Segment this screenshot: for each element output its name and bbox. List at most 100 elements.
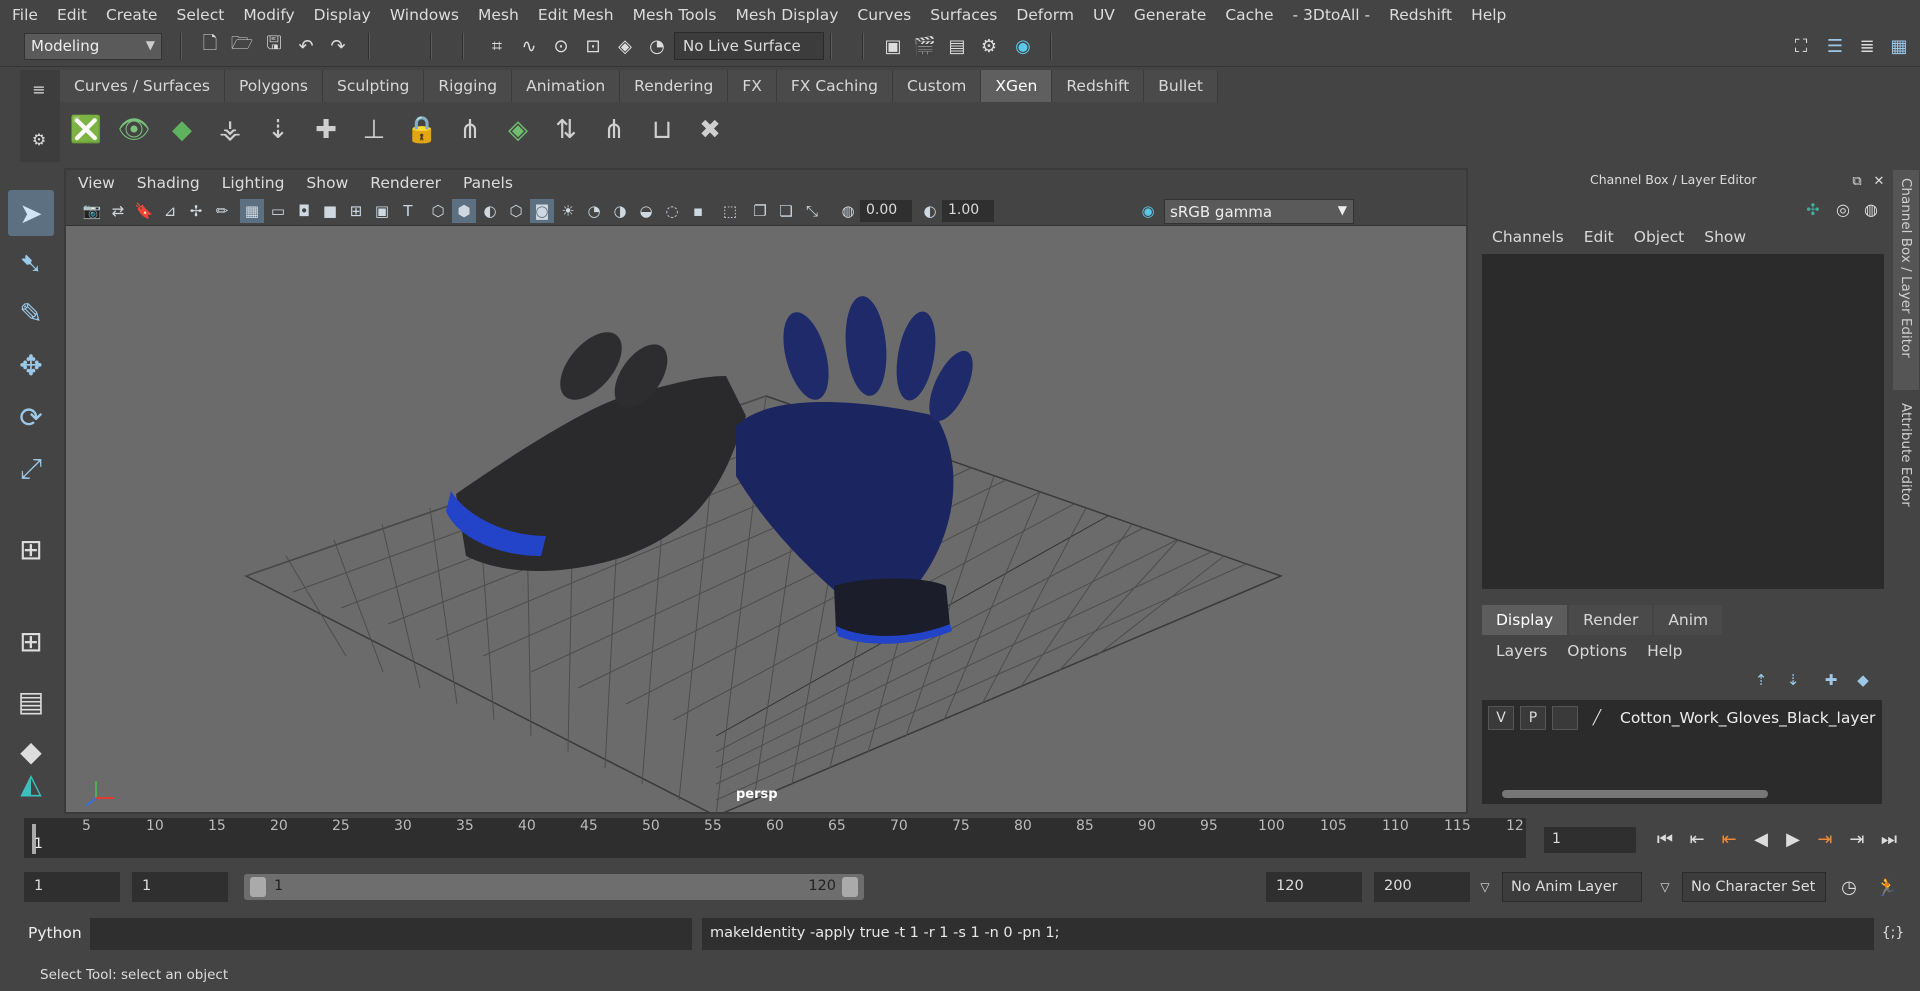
- close-icon[interactable]: ✕: [1866, 168, 1892, 194]
- layer-menu-options[interactable]: Options: [1567, 642, 1627, 660]
- menu-generate[interactable]: Generate: [1134, 6, 1206, 24]
- tab-custom[interactable]: Custom: [892, 70, 982, 102]
- new-layer-icon[interactable]: ✚: [1818, 667, 1844, 693]
- vp-menu-view[interactable]: View: [78, 174, 115, 192]
- bookmark-icon[interactable]: 🔖: [132, 199, 156, 223]
- grooming-surface-icon[interactable]: ◈: [498, 108, 538, 152]
- menu-mesh-display[interactable]: Mesh Display: [736, 6, 839, 24]
- groom-cut-icon[interactable]: ⊔: [642, 108, 682, 152]
- layer-display-type-toggle[interactable]: [1552, 706, 1578, 730]
- layer-name[interactable]: Cotton_Work_Gloves_Black_layer: [1620, 709, 1875, 727]
- use-all-lights-icon[interactable]: ☀: [556, 199, 580, 223]
- xray-icon[interactable]: ◑: [608, 199, 632, 223]
- hud-icon[interactable]: ❏: [774, 199, 798, 223]
- step-forward-key-icon[interactable]: ⇥: [1812, 826, 1838, 852]
- color-management-icon[interactable]: ◉: [1136, 199, 1160, 223]
- auto-key-icon[interactable]: ◷: [1836, 874, 1862, 900]
- new-layer-selected-icon[interactable]: ◆: [1850, 667, 1876, 693]
- wireframe-icon[interactable]: ⬡: [426, 199, 450, 223]
- vp-menu-panels[interactable]: Panels: [463, 174, 513, 192]
- menu-set-dropdown[interactable]: Modeling ▼: [24, 33, 162, 60]
- layer-scrollbar[interactable]: [1482, 786, 1882, 802]
- tab-fx[interactable]: FX: [728, 70, 777, 102]
- interactive-groom-icon[interactable]: ⇅: [546, 108, 586, 152]
- motion-blur-icon[interactable]: ▪: [686, 199, 710, 223]
- character-set-dropdown[interactable]: No Character Set: [1682, 872, 1826, 902]
- range-end-handle[interactable]: [842, 877, 858, 897]
- gamma-icon[interactable]: ◐: [918, 199, 942, 223]
- range-slider[interactable]: 1 120: [244, 874, 864, 900]
- snap-point-icon[interactable]: ⊙: [548, 33, 574, 59]
- chevron-down-icon[interactable]: ▽: [1472, 874, 1498, 900]
- anim-layer-dropdown[interactable]: No Anim Layer: [1502, 872, 1642, 902]
- xgen-leaf-icon[interactable]: ◆: [162, 108, 202, 152]
- default-material-icon[interactable]: ◐: [478, 199, 502, 223]
- safe-title-icon[interactable]: T: [396, 199, 420, 223]
- textured-icon[interactable]: ◙: [530, 199, 554, 223]
- range-start-handle[interactable]: [250, 877, 266, 897]
- go-to-end-icon[interactable]: ⏭: [1876, 826, 1902, 852]
- render-view-icon[interactable]: ▣: [880, 33, 906, 59]
- menu-surfaces[interactable]: Surfaces: [930, 6, 997, 24]
- groom-brush-icon[interactable]: ⋔: [594, 108, 634, 152]
- menu-mesh-tools[interactable]: Mesh Tools: [633, 6, 717, 24]
- cb-menu-edit[interactable]: Edit: [1584, 228, 1614, 246]
- menu-help[interactable]: Help: [1471, 6, 1506, 24]
- menu-cache[interactable]: Cache: [1225, 6, 1273, 24]
- exposure-icon[interactable]: ◍: [836, 199, 860, 223]
- isolate-select-icon[interactable]: ⬚: [718, 199, 742, 223]
- scale-tool-icon[interactable]: ⤢: [8, 446, 54, 492]
- side-tab-attribute-editor[interactable]: Attribute Editor: [1893, 395, 1919, 535]
- xray-active-icon[interactable]: ❐: [748, 199, 772, 223]
- outliner-layout-icon[interactable]: ▤: [8, 678, 54, 724]
- tab-bullet[interactable]: Bullet: [1144, 70, 1218, 102]
- menu-edit-mesh[interactable]: Edit Mesh: [538, 6, 614, 24]
- hypershade-icon[interactable]: ◉: [1010, 33, 1036, 59]
- command-input[interactable]: [90, 918, 692, 950]
- menu-create[interactable]: Create: [106, 6, 158, 24]
- fit-view-icon[interactable]: ⤡: [800, 199, 824, 223]
- axis-manipulator-icon[interactable]: ✣: [1800, 196, 1826, 222]
- play-backwards-icon[interactable]: ◀: [1748, 826, 1774, 852]
- menu-deform[interactable]: Deform: [1016, 6, 1074, 24]
- cb-menu-object[interactable]: Object: [1634, 228, 1684, 246]
- playback-start-field[interactable]: 1: [132, 872, 228, 902]
- shelf-settings-icon[interactable]: ⚙: [26, 126, 52, 152]
- tab-rendering[interactable]: Rendering: [620, 70, 729, 102]
- lock-icon[interactable]: ◍: [1858, 196, 1884, 222]
- script-language-label[interactable]: Python: [28, 924, 82, 942]
- lasso-tool-icon[interactable]: ➷: [8, 240, 54, 286]
- layer-row[interactable]: V P ╱ Cotton_Work_Gloves_Black_layer: [1488, 704, 1878, 732]
- layer-color-swatch[interactable]: ╱: [1584, 706, 1610, 730]
- exposure-field[interactable]: 0.00: [860, 200, 912, 222]
- add-guide-icon[interactable]: ⚶: [210, 108, 250, 152]
- menu-windows[interactable]: Windows: [390, 6, 459, 24]
- select-tool-icon[interactable]: ➤: [8, 190, 54, 236]
- undo-icon[interactable]: ↶: [293, 33, 319, 59]
- layer-menu-layers[interactable]: Layers: [1496, 642, 1547, 660]
- ambient-occlusion-icon[interactable]: ◌: [660, 199, 684, 223]
- cb-menu-show[interactable]: Show: [1704, 228, 1746, 246]
- channel-list[interactable]: [1482, 254, 1884, 589]
- tab-animation[interactable]: Animation: [512, 70, 621, 102]
- shadows-icon[interactable]: ◔: [582, 199, 606, 223]
- image-plane-icon[interactable]: ⊿: [158, 199, 182, 223]
- step-back-key-icon[interactable]: ⇤: [1716, 826, 1742, 852]
- current-frame-field[interactable]: 1: [1544, 827, 1636, 853]
- snap-grid-icon[interactable]: ⌗: [484, 33, 510, 59]
- tab-redshift[interactable]: Redshift: [1052, 70, 1145, 102]
- side-tab-channel-box[interactable]: Channel Box / Layer Editor: [1893, 170, 1919, 390]
- menu-edit[interactable]: Edit: [57, 6, 87, 24]
- modeling-toolkit-icon[interactable]: ⛶: [1788, 33, 1814, 59]
- menu-3dtoall[interactable]: - 3DtoAll -: [1293, 6, 1371, 24]
- 2d-pan-zoom-icon[interactable]: ✢: [184, 199, 208, 223]
- shelf-menu-icon[interactable]: ≡: [26, 76, 52, 102]
- play-forwards-icon[interactable]: ▶: [1780, 826, 1806, 852]
- save-scene-icon[interactable]: 🖫: [261, 33, 287, 59]
- menu-display[interactable]: Display: [314, 6, 371, 24]
- tab-fx-caching[interactable]: FX Caching: [776, 70, 893, 102]
- menu-select[interactable]: Select: [176, 6, 224, 24]
- menu-curves[interactable]: Curves: [857, 6, 911, 24]
- chevron-down-icon[interactable]: ▽: [1652, 874, 1678, 900]
- redo-icon[interactable]: ↷: [325, 33, 351, 59]
